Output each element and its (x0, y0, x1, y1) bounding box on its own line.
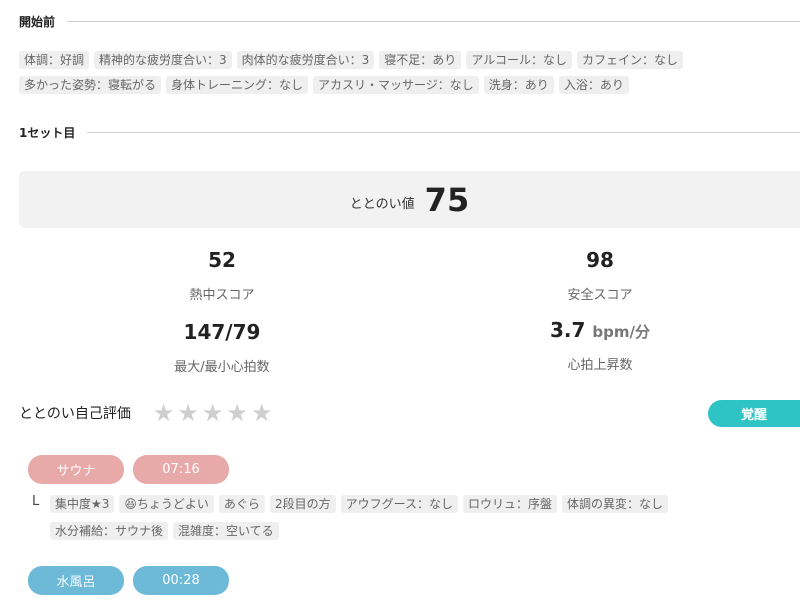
sauna-tag: 集中度★3 (50, 495, 115, 513)
condition-tag: 身体トレーニング：なし (166, 76, 309, 94)
cold-bath-pill: 水風呂 (28, 566, 124, 595)
stat-heart-rate-range: 147/79 最大/最小心拍数 (72, 320, 372, 375)
totonoi-score-box: ととのい値 75 (19, 171, 800, 228)
star-icon[interactable]: ★ (251, 401, 273, 425)
star-icon[interactable]: ★ (202, 401, 224, 425)
sauna-tag: ロウリュ：序盤 (462, 495, 557, 513)
sauna-tag: 水分補給：サウナ後 (50, 522, 169, 540)
sauna-tag: アウフグース：なし (340, 495, 458, 513)
totonoi-value: 75 (424, 180, 470, 219)
stat-caption: 安全スコア (567, 288, 633, 303)
totonoi-label: ととのい値 (349, 197, 415, 212)
condition-tag: 多かった姿勢：寝転がる (19, 76, 162, 94)
condition-tag: 精神的な疲労度合い：3 (94, 51, 232, 69)
branch-icon: L (32, 494, 40, 509)
star-rating[interactable]: ★ ★ ★ ★ ★ (153, 401, 273, 425)
divider (87, 132, 800, 133)
sauna-tags-row-1: 集中度★3 😆ちょうどよい あぐら 2段目の方 アウフグース：なし ロウリュ：序… (50, 495, 669, 513)
self-evaluation-label: ととのい自己評価 (19, 406, 131, 422)
condition-tag: 肉体的な疲労度合い：3 (236, 51, 375, 69)
sauna-tag: 2段目の方 (269, 495, 336, 513)
stat-value: 147/79 (183, 320, 261, 344)
condition-tag: 寝不足：あり (379, 51, 462, 69)
condition-tag: アカスリ・マッサージ：なし (313, 76, 479, 94)
cold-bath-time-pill: 00:28 (133, 566, 229, 595)
stat-unit: bpm/分 (592, 323, 650, 341)
condition-tag: 入浴：あり (558, 76, 629, 94)
sauna-pill: サウナ (28, 455, 124, 484)
stat-heart-rate-rise: 3.7 bpm/分 心拍上昇数 (450, 318, 750, 373)
section-set1-title: 1セット目 (19, 126, 76, 140)
sauna-tag: あぐら (218, 495, 265, 513)
condition-tag: 洗身：あり (483, 76, 554, 94)
before-tags-row-1: 体調：好調 精神的な疲労度合い：3 肉体的な疲労度合い：3 寝不足：あり アルコ… (19, 51, 683, 69)
star-icon[interactable]: ★ (153, 401, 175, 425)
stat-value: 98 (586, 248, 614, 272)
star-icon[interactable]: ★ (177, 401, 199, 425)
stat-caption: 最大/最小心拍数 (174, 360, 270, 375)
divider (67, 21, 800, 22)
stat-caption: 心拍上昇数 (567, 358, 633, 373)
sauna-time-pill: 07:16 (133, 455, 229, 484)
stat-value: 3.7 bpm/分 (550, 318, 650, 342)
stat-safety-score: 98 安全スコア (450, 248, 750, 303)
section-before-header: 開始前 (19, 13, 800, 30)
self-evaluation: ととのい自己評価 ★ ★ ★ ★ ★ (19, 401, 272, 425)
before-tags-row-2: 多かった姿勢：寝転がる 身体トレーニング：なし アカスリ・マッサージ：なし 洗身… (19, 76, 629, 94)
condition-tag: カフェイン：なし (576, 51, 683, 69)
stat-caption: 熱中スコア (189, 288, 255, 303)
star-icon[interactable]: ★ (226, 401, 248, 425)
sauna-tag: 😆ちょうどよい (119, 495, 214, 513)
awakening-badge: 覚醒 (708, 400, 800, 427)
section-set1-header: 1セット目 (19, 124, 800, 141)
stat-value: 52 (208, 248, 236, 272)
section-before-title: 開始前 (19, 15, 56, 29)
condition-tag: 体調：好調 (19, 51, 90, 69)
sauna-tag: 体調の異変：なし (562, 495, 669, 513)
sauna-tag: 混雑度：空いてる (173, 522, 279, 540)
sauna-tags-row-2: 水分補給：サウナ後 混雑度：空いてる (50, 522, 279, 540)
stat-heat-score: 52 熱中スコア (72, 248, 372, 303)
condition-tag: アルコール：なし (466, 51, 572, 69)
